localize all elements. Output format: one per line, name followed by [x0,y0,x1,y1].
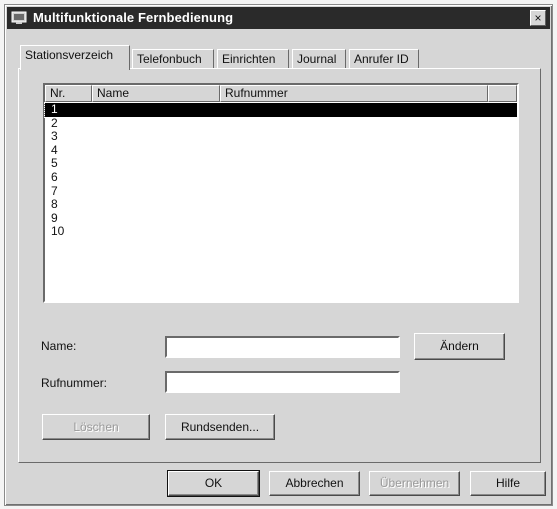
list-item[interactable]: 3 [45,130,517,144]
column-header-name[interactable]: Name [92,85,220,102]
tab-panel: Nr. Name Rufnummer 1 2 3 4 5 6 7 8 9 10 … [18,68,541,463]
rufnummer-input[interactable] [165,371,400,393]
name-input[interactable] [165,336,400,358]
list-item[interactable]: 5 [45,157,517,171]
tab-einrichten[interactable]: Einrichten [217,49,289,69]
list-item[interactable]: 2 [45,116,517,131]
station-list[interactable]: Nr. Name Rufnummer 1 2 3 4 5 6 7 8 9 10 [43,83,519,303]
list-item[interactable]: 6 [45,170,517,185]
rundsenden-button[interactable]: Rundsenden... [165,414,275,440]
tab-journal[interactable]: Journal [292,49,346,69]
loeschen-button[interactable]: Löschen [42,414,150,440]
list-item[interactable]: 8 [45,198,517,212]
list-item[interactable]: 7 [45,184,517,199]
list-rows: 1 2 3 4 5 6 7 8 9 10 [44,102,518,239]
abbrechen-button[interactable]: Abbrechen [269,471,360,496]
name-label: Name: [41,339,77,353]
list-item[interactable]: 1 [44,102,518,118]
tab-anrufer-id[interactable]: Anrufer ID [349,49,419,69]
title-bar[interactable]: Multifunktionale Fernbedienung × [7,7,550,29]
aendern-button[interactable]: Ändern [414,333,505,360]
dialog-window: Multifunktionale Fernbedienung × Station… [4,4,553,506]
list-item[interactable]: 4 [45,143,517,158]
window-title: Multifunktionale Fernbedienung [33,10,234,25]
tab-telefonbuch[interactable]: Telefonbuch [132,49,214,69]
hilfe-button[interactable]: Hilfe [470,471,546,496]
list-item[interactable]: 9 [45,211,517,226]
list-item[interactable]: 10 [45,225,517,239]
column-header-rufnummer[interactable]: Rufnummer [220,85,488,102]
uebernehmen-button[interactable]: Übernehmen [369,471,460,496]
column-header-nr[interactable]: Nr. [45,85,92,102]
rufnummer-label: Rufnummer: [41,376,108,390]
column-header-filler [488,85,517,102]
tab-stationsverzeich[interactable]: Stationsverzeich [20,45,130,70]
app-icon [11,10,27,26]
list-header: Nr. Name Rufnummer [45,85,517,102]
close-icon[interactable]: × [530,10,546,26]
ok-button[interactable]: OK [167,470,260,497]
